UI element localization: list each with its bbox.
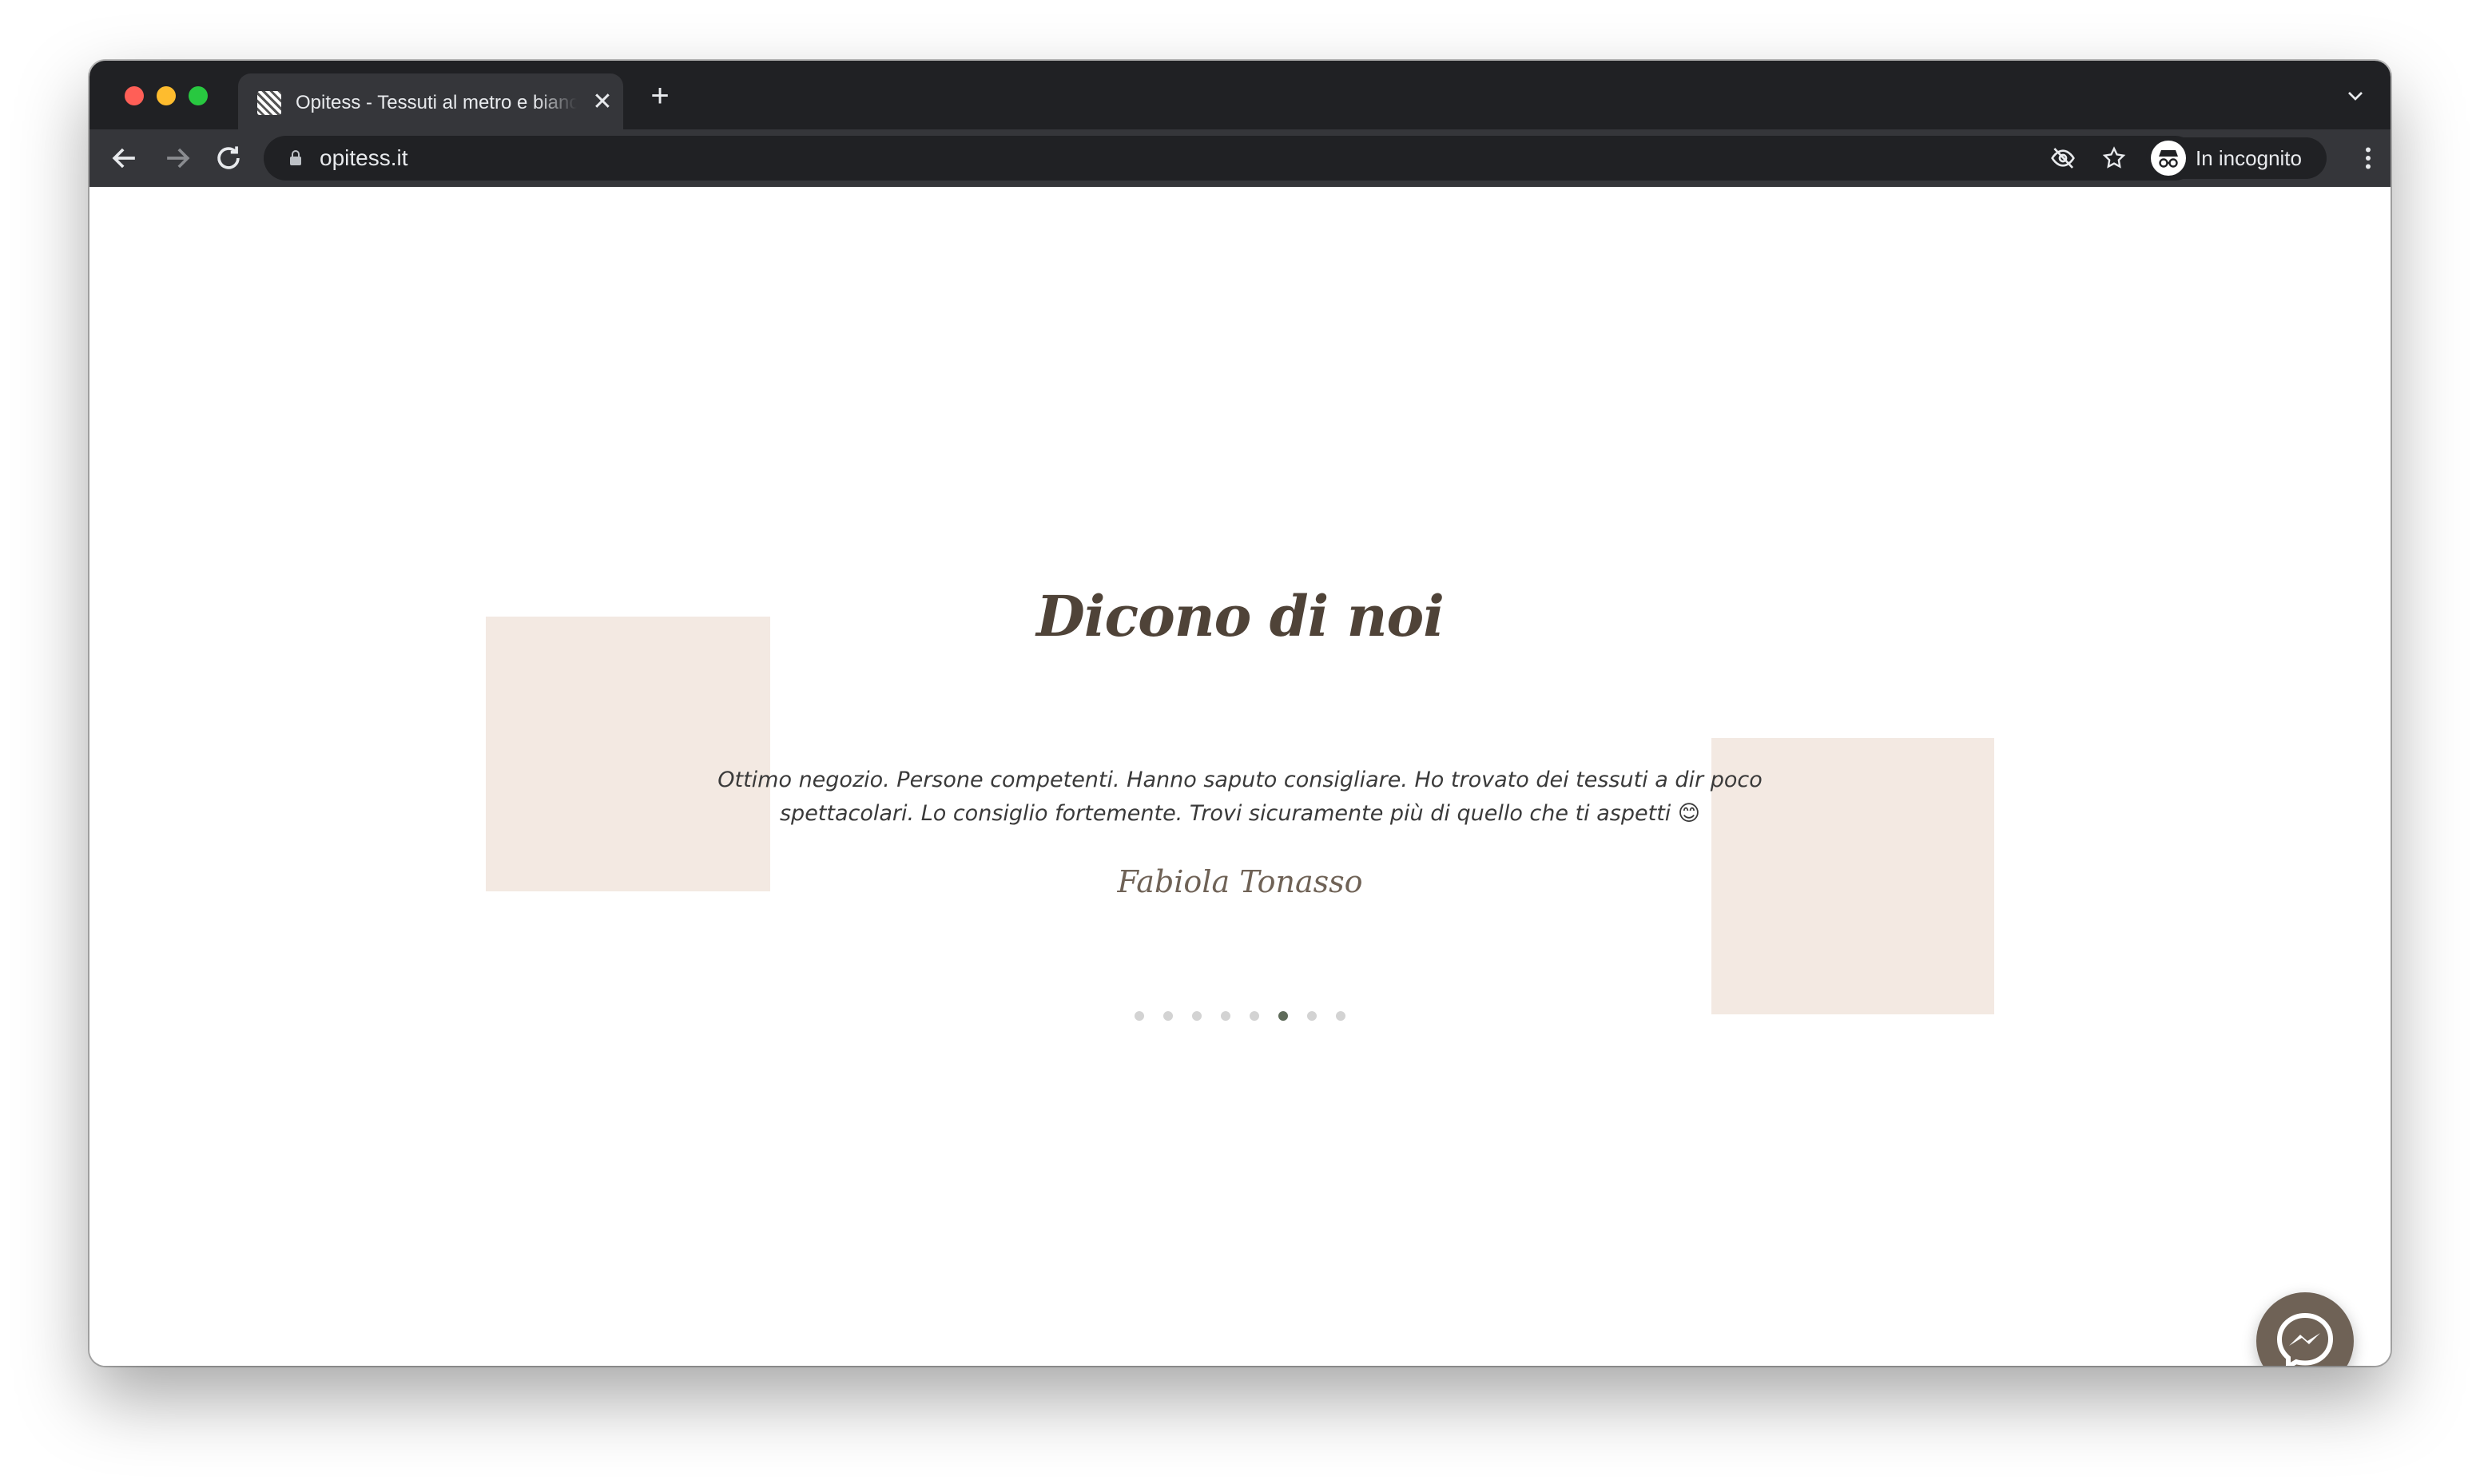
carousel-dot-7[interactable]	[1307, 1011, 1317, 1021]
lock-icon[interactable]	[286, 149, 305, 168]
carousel-dot-4[interactable]	[1221, 1011, 1230, 1021]
url-text[interactable]: opitess.it	[320, 144, 408, 173]
back-icon[interactable]	[107, 141, 142, 176]
tab-title: Opitess - Tessuti al metro e biancheria	[296, 92, 577, 113]
carousel-pagination	[89, 1011, 2391, 1021]
minimize-window-button[interactable]	[157, 86, 176, 105]
carousel-dot-5[interactable]	[1250, 1011, 1259, 1021]
testimonial-author: Fabiola Tonasso	[1117, 864, 1363, 899]
browser-window: Opitess - Tessuti al metro e biancheria …	[89, 61, 2391, 1366]
tab-close-icon[interactable]: ✕	[590, 89, 615, 115]
browser-tab-active[interactable]: Opitess - Tessuti al metro e biancheria …	[238, 73, 623, 129]
carousel-dot-2[interactable]	[1163, 1011, 1173, 1021]
incognito-label: In incognito	[2196, 146, 2302, 170]
tab-strip: Opitess - Tessuti al metro e biancheria …	[89, 61, 2391, 129]
forward-icon[interactable]	[160, 141, 195, 176]
decorative-block-left	[486, 617, 770, 891]
carousel-dot-1[interactable]	[1135, 1011, 1144, 1021]
incognito-icon	[2151, 141, 2186, 176]
address-bar[interactable]: opitess.it	[264, 136, 2197, 181]
browser-toolbar: opitess.it In incognito	[89, 129, 2391, 187]
eye-off-icon[interactable]	[2050, 145, 2076, 171]
site-favicon-icon	[257, 91, 281, 115]
carousel-dot-6[interactable]	[1278, 1011, 1288, 1021]
close-window-button[interactable]	[125, 86, 144, 105]
messenger-icon	[2276, 1312, 2334, 1366]
more-menu-icon[interactable]	[2354, 144, 2383, 173]
new-tab-button[interactable]: +	[644, 80, 676, 112]
testimonial-text: Ottimo negozio. Persone competenti. Hann…	[717, 768, 1763, 826]
carousel-dot-8[interactable]	[1336, 1011, 1345, 1021]
carousel-dot-3[interactable]	[1192, 1011, 1202, 1021]
reload-icon[interactable]	[211, 141, 246, 176]
messenger-chat-button[interactable]	[2256, 1292, 2354, 1366]
section-heading: Dicono di noi	[1036, 583, 1445, 649]
page-content: Dicono di noi Ottimo negozio. Persone co…	[89, 187, 2391, 1366]
tab-search-icon[interactable]	[2343, 83, 2368, 109]
incognito-profile-button[interactable]: In incognito	[2146, 137, 2327, 179]
star-icon[interactable]	[2101, 145, 2127, 171]
maximize-window-button[interactable]	[189, 86, 208, 105]
